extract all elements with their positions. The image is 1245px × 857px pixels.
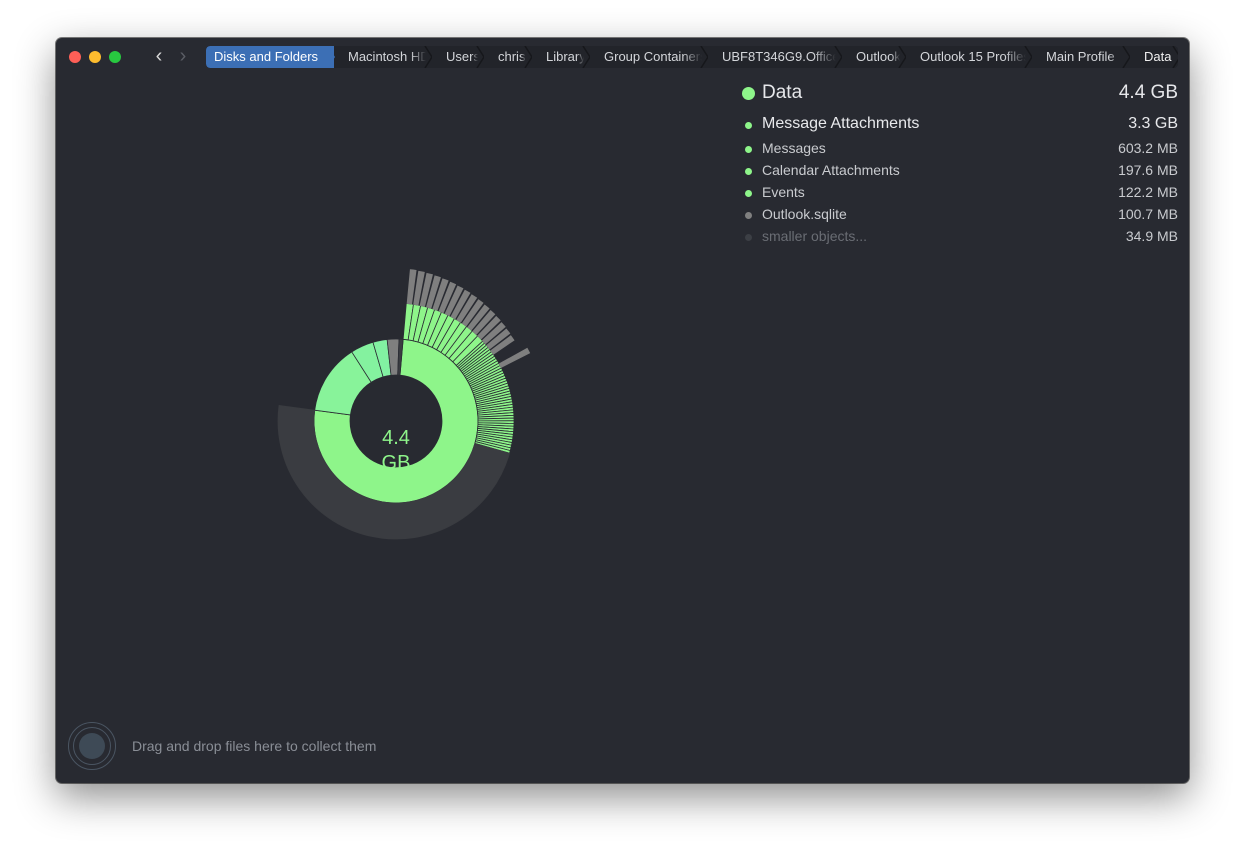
sunburst-chart-area: 4.4 GB	[56, 76, 716, 716]
folder-name: Data	[762, 82, 803, 103]
item-size: 100.7 MB	[1118, 206, 1178, 222]
item-size: 122.2 MB	[1118, 184, 1178, 200]
item-color-dot	[745, 190, 752, 197]
breadcrumb-label: Group Containers	[604, 49, 702, 64]
breadcrumb-label: Library	[546, 49, 584, 64]
breadcrumb-item[interactable]: Outlook	[842, 46, 906, 68]
item-name: smaller objects...	[762, 228, 868, 244]
breadcrumb-item[interactable]: Group Containers	[590, 46, 708, 68]
item-size: 603.2 MB	[1118, 140, 1178, 156]
list-item[interactable]: Messages 603.2 MB	[742, 139, 1178, 161]
title-bar: ‹ › Disks and Folders Macintosh HD Users ch…	[56, 38, 1189, 76]
breadcrumb-item[interactable]: chris	[484, 46, 532, 68]
breadcrumb-label: chris	[498, 49, 526, 64]
folder-size: 4.4 GB	[1118, 82, 1178, 103]
center-total-label[interactable]: 4.4 GB	[346, 426, 446, 476]
breadcrumb-separator-icon	[1122, 46, 1130, 68]
breadcrumb-item[interactable]: Macintosh HD	[334, 46, 432, 68]
breadcrumb-label: Data	[1144, 49, 1172, 64]
breadcrumb-separator-icon	[476, 46, 484, 68]
item-size: 3.3 GB	[1128, 115, 1178, 132]
breadcrumb-item[interactable]: Disks and Folders	[206, 46, 335, 68]
item-name: Message Attachments	[762, 115, 920, 132]
list-item[interactable]: Calendar Attachments 197.6 MB	[742, 161, 1178, 183]
back-chevron-icon[interactable]: ‹	[150, 46, 168, 67]
item-name: Outlook.sqlite	[762, 206, 847, 222]
item-name: Messages	[762, 140, 826, 156]
drop-zone-hint: Drag and drop files here to collect them	[132, 738, 377, 754]
info-panel: Data 4.4 GB Message Attachments 3.3 GB Mes…	[742, 82, 1178, 249]
item-color-dot	[745, 168, 752, 175]
breadcrumb-separator-icon	[524, 46, 532, 68]
drop-target-core	[79, 733, 105, 759]
app-window: ‹ › Disks and Folders Macintosh HD Users ch…	[56, 38, 1189, 783]
center-total-unit: GB	[381, 452, 411, 474]
close-window-button[interactable]	[69, 51, 81, 63]
item-color-dot	[745, 146, 752, 153]
breadcrumb-item[interactable]: UBF8T346G9.Office	[708, 46, 842, 68]
breadcrumb-item[interactable]: Outlook 15 Profiles	[906, 46, 1032, 68]
maximize-window-button[interactable]	[109, 51, 121, 63]
breadcrumb-separator-icon	[834, 46, 842, 68]
breadcrumb-label: Outlook 15 Profiles	[920, 49, 1026, 64]
breadcrumb-label: Main Profile	[1046, 49, 1115, 64]
breadcrumb-separator-icon	[1172, 46, 1178, 68]
folder-color-dot	[742, 87, 755, 100]
breadcrumb-label: Macintosh HD	[348, 49, 426, 64]
item-size: 197.6 MB	[1118, 162, 1178, 178]
item-name: Events	[762, 184, 805, 200]
list-item[interactable]: Message Attachments 3.3 GB	[742, 115, 1178, 139]
breadcrumb-separator-icon	[1024, 46, 1032, 68]
breadcrumb-label: Users	[446, 49, 478, 64]
list-item[interactable]: smaller objects... 34.9 MB	[742, 227, 1178, 249]
item-color-dot	[745, 234, 752, 241]
breadcrumb-item[interactable]: Library	[532, 46, 590, 68]
minimize-window-button[interactable]	[89, 51, 101, 63]
sunburst-segment[interactable]	[498, 347, 531, 368]
item-size: 34.9 MB	[1125, 228, 1178, 244]
list-item[interactable]: Outlook.sqlite 100.7 MB	[742, 205, 1178, 227]
breadcrumb-label: Disks and Folders	[214, 49, 319, 64]
breadcrumb-item[interactable]: Main Profile	[1032, 46, 1130, 68]
list-item[interactable]: Events 122.2 MB	[742, 183, 1178, 205]
breadcrumb-label: Outlook	[856, 49, 900, 64]
forward-chevron-icon[interactable]: ›	[174, 46, 192, 67]
item-color-dot	[745, 212, 752, 219]
center-total-value: 4.4	[382, 427, 410, 449]
info-header: Data 4.4 GB	[742, 82, 1178, 106]
breadcrumb-item[interactable]: Users	[432, 46, 484, 68]
breadcrumb-separator-icon	[700, 46, 708, 68]
breadcrumb-separator-icon	[424, 46, 432, 68]
drop-zone[interactable]: Drag and drop files here to collect them	[68, 722, 428, 772]
breadcrumb-separator-icon	[582, 46, 590, 68]
breadcrumb-separator-icon	[898, 46, 906, 68]
breadcrumb: Disks and Folders Macintosh HD Users chris L…	[206, 46, 1178, 68]
item-name: Calendar Attachments	[762, 162, 900, 178]
breadcrumb-item[interactable]: Data	[1130, 46, 1178, 68]
sunburst-chart[interactable]	[56, 76, 716, 716]
item-color-dot	[745, 122, 752, 129]
breadcrumb-label: UBF8T346G9.Office	[722, 49, 836, 64]
